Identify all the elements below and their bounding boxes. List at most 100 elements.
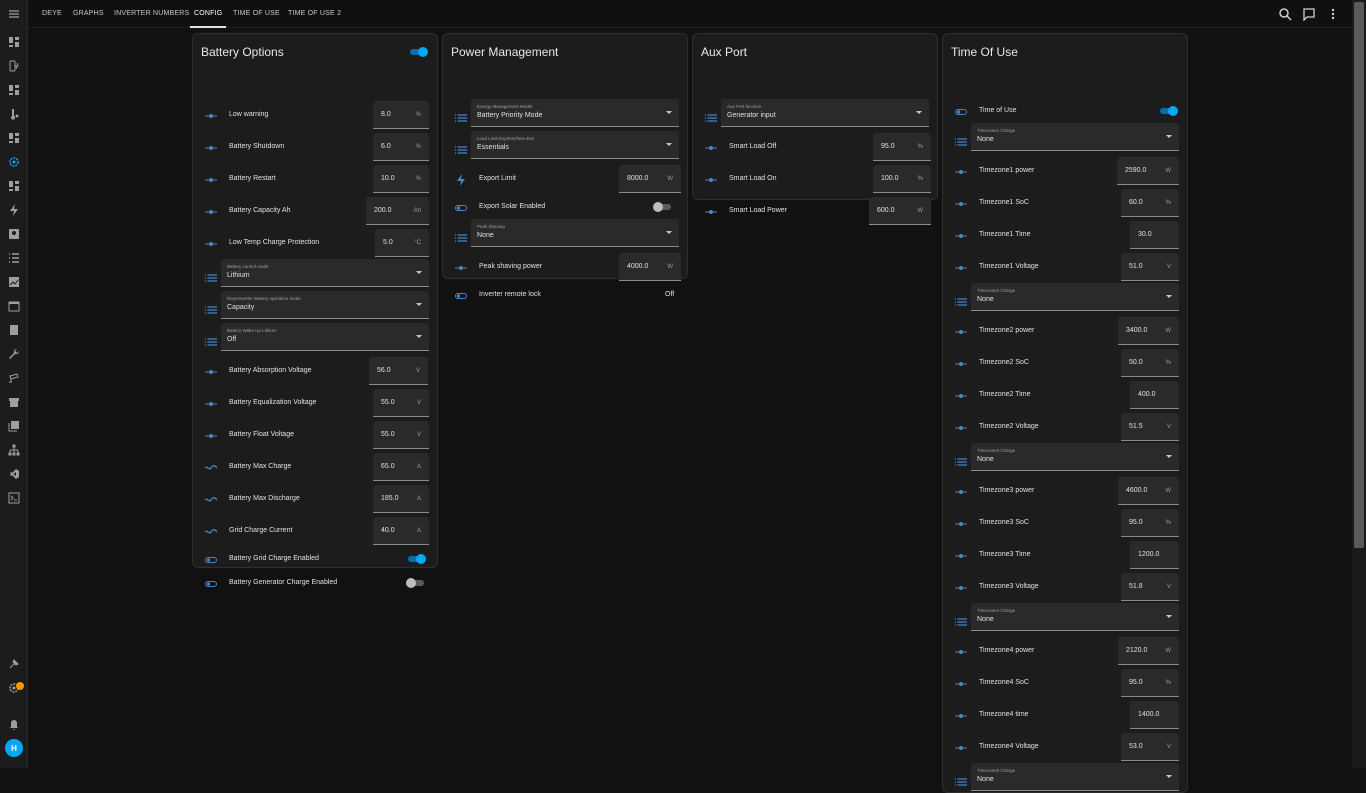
toggle-export-solar-enabled[interactable] [653, 201, 673, 213]
current-ac-icon [204, 493, 218, 505]
number-input-timezone4-power[interactable]: 2120.0 W [1118, 637, 1179, 665]
setting-label: Battery Float Voltage [229, 431, 294, 438]
solar-power-icon[interactable] [0, 58, 28, 74]
dashboard-icon-3[interactable] [0, 130, 28, 146]
search-icon[interactable] [1278, 7, 1292, 21]
number-input-timezone3-power[interactable]: 4600.0 W [1118, 477, 1179, 505]
select-timezone5-charge[interactable]: Timezone5 Charge None [971, 763, 1179, 791]
list-icon[interactable] [0, 250, 28, 266]
select-battery-wake-up-lithium[interactable]: Battery Wake Up Lithium Off [221, 323, 429, 351]
number-input-timezone3-voltage[interactable]: 51.8 V [1121, 573, 1179, 601]
number-input-battery-max-discharge[interactable]: 185.0 A [373, 485, 429, 513]
dashboard-icon-4[interactable] [0, 178, 28, 194]
lightning-icon[interactable] [0, 202, 28, 218]
calendar-icon[interactable] [0, 298, 28, 314]
wrench-icon[interactable] [0, 346, 28, 362]
number-input-battery-restart[interactable]: 10.0% [373, 165, 429, 193]
config-gear-icon[interactable] [0, 154, 28, 170]
number-input-timezone1-voltage[interactable]: 51.0 V [1121, 253, 1179, 281]
number-input-smart-load-on[interactable]: 100.0% [873, 165, 931, 193]
network-icon[interactable] [0, 442, 28, 458]
vscode-icon[interactable] [0, 466, 28, 482]
tab-time-of-use-2[interactable]: TIME OF USE 2 [288, 0, 341, 28]
number-input-grid-charge-current[interactable]: 40.0 A [373, 517, 429, 545]
setting-label: Timezone1 Time [979, 231, 1031, 238]
setting-label: Smart Load Off [729, 143, 777, 150]
logbook-icon[interactable] [0, 322, 28, 338]
number-input-timezone4-soc[interactable]: 95.0% [1121, 669, 1179, 697]
number-input-timezone2-power[interactable]: 3400.0 W [1118, 317, 1179, 345]
input-value: 185.0 [381, 495, 399, 502]
toggle-battery-generator-charge-enabled[interactable] [406, 577, 426, 589]
battery-options-toggle[interactable] [408, 46, 428, 58]
number-input-timezone1-power[interactable]: 2590.0 W [1117, 157, 1179, 185]
slider-icon [205, 141, 217, 153]
number-input-timezone3-soc[interactable]: 95.0% [1121, 509, 1179, 537]
thermometer-icon[interactable] [0, 106, 28, 122]
number-input-peak-shaving-power[interactable]: 4000.0 W [619, 253, 681, 281]
cctv-icon[interactable] [0, 370, 28, 386]
input-unit: W [667, 176, 673, 182]
storefront-icon[interactable] [0, 394, 28, 410]
dashboard-icon[interactable] [0, 34, 28, 50]
input-value: 65.0 [381, 463, 395, 470]
number-input-timezone2-soc[interactable]: 50.0% [1121, 349, 1179, 377]
select-caption: DeyeInverter Battery operation mode [227, 296, 301, 301]
select-peak-shaving[interactable]: Peak Shaving None [471, 219, 679, 247]
number-input-timezone4-voltage[interactable]: 53.0 V [1121, 733, 1179, 761]
developer-hammer-icon[interactable] [0, 656, 28, 672]
select-timezone1-charge[interactable]: Timezone1 Charge None [971, 123, 1179, 151]
number-input-timezone3-time[interactable]: 1200.0 [1130, 541, 1179, 569]
dashboard-icon-2[interactable] [0, 82, 28, 98]
toggle-battery-grid-charge-enabled[interactable] [406, 553, 426, 565]
select-timezone4-charge[interactable]: Timezone4 Charge None [971, 603, 1179, 631]
input-value: 2590.0 [1125, 167, 1147, 174]
tab-graphs[interactable]: GRAPHS [73, 0, 104, 28]
select-deyeinverter-battery-operation-mode[interactable]: DeyeInverter Battery operation mode Capac… [221, 291, 429, 319]
number-input-export-limit[interactable]: 8000.0 W [619, 165, 681, 193]
page-scrollbar[interactable] [1352, 0, 1366, 768]
input-unit: V [415, 368, 420, 374]
account-box-icon[interactable] [0, 226, 28, 242]
number-input-battery-shutdown[interactable]: 6.0% [373, 133, 429, 161]
number-input-battery-absorption-voltage[interactable]: 56.0 V [369, 357, 428, 385]
select-aux-port-function[interactable]: Aux Port function Generator input [721, 99, 929, 127]
number-input-low-warning[interactable]: 8.0% [373, 101, 429, 129]
number-input-battery-max-charge[interactable]: 65.0 A [373, 453, 429, 481]
select-timezone2-charge[interactable]: Timezone2 Charge None [971, 283, 1179, 311]
select-timezone3-charge[interactable]: Timezone3 Charge None [971, 443, 1179, 471]
slider-icon [705, 141, 717, 153]
notifications-bell-icon[interactable] [0, 717, 28, 733]
media-icon[interactable] [0, 418, 28, 434]
menu-icon[interactable] [0, 6, 28, 22]
setting-row-timezone2-voltage: Timezone2 Voltage 51.5 V [943, 413, 1187, 441]
tab-inverter-numbers[interactable]: INVERTER NUMBERS [114, 0, 189, 28]
user-avatar[interactable]: H [5, 739, 23, 757]
tab-config[interactable]: CONFIG [189, 0, 227, 28]
setting-row-timezone3-power: Timezone3 power 4600.0 W [943, 477, 1187, 505]
number-input-timezone4-time[interactable]: 1400.0 [1130, 701, 1179, 729]
number-input-battery-capacity-ah[interactable]: 200.0 Ah [366, 197, 429, 225]
slider-icon [955, 581, 967, 593]
number-input-timezone2-time[interactable]: 400.0 [1130, 381, 1179, 409]
terminal-icon[interactable] [0, 490, 28, 506]
tab-time-of-use[interactable]: TIME OF USE [233, 0, 280, 28]
scroll-thumb[interactable] [1354, 2, 1364, 548]
number-input-smart-load-power[interactable]: 600.0 W [869, 197, 931, 225]
toggle-time-of-use[interactable] [1158, 105, 1178, 117]
number-input-timezone1-soc[interactable]: 60.0% [1121, 189, 1179, 217]
number-input-timezone1-time[interactable]: 30.0 [1130, 221, 1179, 249]
settings-icon[interactable] [0, 680, 28, 696]
select-battery-control-mode[interactable]: Battery control mode Lithium [221, 259, 429, 287]
number-input-timezone2-voltage[interactable]: 51.5 V [1121, 413, 1179, 441]
more-vertical-icon[interactable] [1326, 7, 1340, 21]
select-load-limit-exp-ess-non-ess[interactable]: Load Limit Exp/Ess/Non-Ess Essentials [471, 131, 679, 159]
number-input-battery-equalization-voltage[interactable]: 55.0 V [373, 389, 429, 417]
tab-deye[interactable]: DEYE [42, 0, 62, 28]
number-input-smart-load-off[interactable]: 95.0% [873, 133, 931, 161]
select-energy-management-model[interactable]: Energy Management Model Battery Priority … [471, 99, 679, 127]
number-input-low-temp-charge-protection[interactable]: 5.0 °C [375, 229, 429, 257]
history-chart-icon[interactable] [0, 274, 28, 290]
number-input-battery-float-voltage[interactable]: 55.0 V [373, 421, 429, 449]
assist-chat-icon[interactable] [1302, 7, 1316, 22]
